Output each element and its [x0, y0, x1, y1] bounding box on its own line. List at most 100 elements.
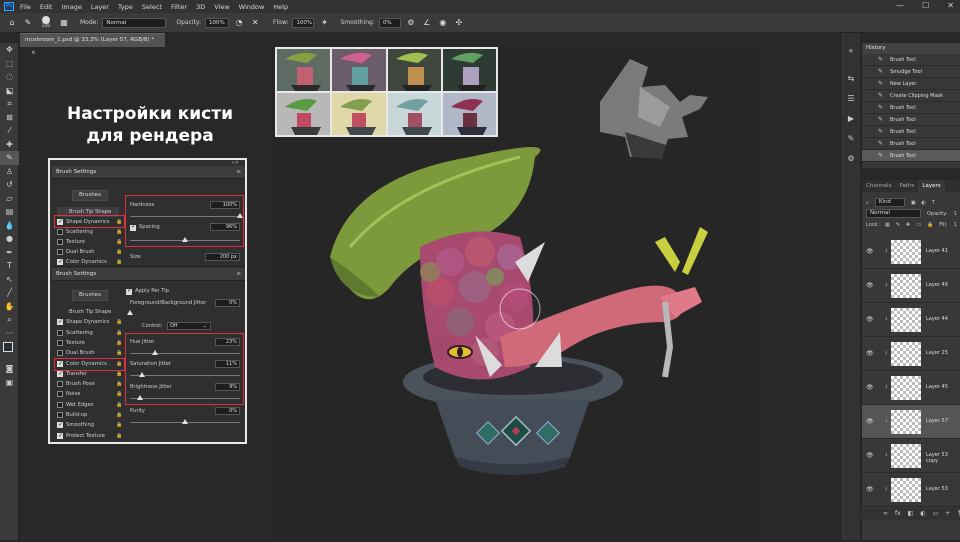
pen-tool-icon[interactable]: ✒: [0, 246, 19, 260]
brush-option-checkbox[interactable]: [57, 369, 63, 379]
angle-icon[interactable]: ∠: [421, 17, 433, 29]
menu-select[interactable]: Select: [142, 3, 162, 11]
menu-file[interactable]: File: [20, 3, 31, 11]
smoothing-field[interactable]: 0%: [378, 17, 401, 28]
menu-edit[interactable]: Edit: [40, 3, 53, 11]
scattering-checkbox[interactable]: [57, 229, 63, 235]
layer-row[interactable]: 👁 ↓ Layer 46: [862, 269, 960, 303]
visibility-eye-icon[interactable]: 👁: [866, 350, 874, 357]
zoom-tool-icon[interactable]: ⌕: [0, 313, 19, 327]
more-tools-icon[interactable]: ···: [0, 327, 19, 341]
foreground-color-swatch[interactable]: [3, 342, 13, 352]
visibility-eye-icon[interactable]: 👁: [866, 452, 874, 459]
healing-tool-icon[interactable]: ✚: [0, 138, 19, 152]
path-select-tool-icon[interactable]: ↖: [0, 273, 19, 287]
lock-icon[interactable]: 🔒: [116, 340, 122, 346]
collapse-icon[interactable]: «×: [232, 160, 239, 166]
lock-icon[interactable]: 🔒: [116, 330, 122, 336]
visibility-eye-icon[interactable]: 👁: [866, 316, 874, 323]
lock-paint-icon[interactable]: ✎: [896, 220, 900, 231]
lock-icon[interactable]: 🔒: [116, 422, 122, 428]
lock-icon[interactable]: 🔒: [116, 391, 122, 397]
object-select-tool-icon[interactable]: ⬕: [0, 84, 19, 98]
new-layer-icon[interactable]: +: [945, 508, 950, 520]
layer-comps-icon[interactable]: ☰: [842, 91, 860, 107]
brush-option-item[interactable]: Wet Edges: [57, 400, 117, 410]
lock-icon[interactable]: 🔒: [116, 249, 122, 255]
screen-mode-icon[interactable]: ▣: [0, 376, 19, 390]
opacity-field[interactable]: 100%: [205, 17, 230, 28]
lock-all-icon[interactable]: 🔒: [927, 220, 933, 231]
link-layers-icon[interactable]: ∞: [883, 508, 888, 520]
tab-layers[interactable]: Layers: [918, 180, 945, 192]
layer-row[interactable]: 👁 ↓ Layer 53 copy: [862, 439, 960, 473]
lock-icon[interactable]: 🔒: [116, 412, 122, 418]
adjustment-layer-icon[interactable]: ◐: [920, 508, 925, 520]
close-window-button[interactable]: ✕: [947, 1, 954, 10]
brush-preset-picker[interactable]: 200: [38, 16, 54, 29]
fg-bg-jitter-field[interactable]: 0%: [215, 299, 240, 307]
size-field[interactable]: 200 px: [205, 253, 240, 261]
tab-channels[interactable]: Channels: [862, 180, 895, 192]
brushes-button[interactable]: Brushes: [72, 190, 108, 201]
brush-tool-icon[interactable]: ✎: [22, 17, 34, 29]
tab-paths[interactable]: Paths: [895, 180, 918, 192]
brush-option-checkbox[interactable]: [57, 350, 63, 357]
eyedropper-tool-icon[interactable]: ⁄: [0, 124, 19, 138]
character-icon[interactable]: ⚙: [842, 151, 860, 167]
layer-row[interactable]: 👁 ↓ Layer 53: [862, 473, 960, 507]
visibility-eye-icon[interactable]: 👁: [866, 486, 874, 493]
gradient-tool-icon[interactable]: ▤: [0, 205, 19, 219]
menu-layer[interactable]: Layer: [91, 3, 109, 11]
layer-row[interactable]: 👁 ↓ Layer 44: [862, 303, 960, 337]
brush-option-checkbox[interactable]: [57, 329, 63, 336]
dual-brush-checkbox[interactable]: [57, 249, 63, 255]
lock-icon[interactable]: 🔒: [116, 229, 122, 235]
blur-tool-icon[interactable]: 💧: [0, 219, 19, 233]
quick-mask-icon[interactable]: ◙: [0, 362, 19, 376]
lock-icon[interactable]: 🔒: [116, 350, 122, 356]
symmetry-icon[interactable]: ✣: [453, 17, 465, 29]
lock-position-icon[interactable]: ✥: [906, 220, 910, 231]
pressure-size-icon[interactable]: ◉: [437, 17, 449, 29]
layer-style-icon[interactable]: fx: [895, 508, 901, 520]
frame-tool-icon[interactable]: ⊠: [0, 111, 19, 125]
mode-select[interactable]: Normal: [102, 17, 167, 28]
dodge-tool-icon[interactable]: ●: [0, 232, 19, 246]
control-select[interactable]: Off ⌄: [167, 322, 211, 330]
brush-option-checkbox[interactable]: [57, 401, 63, 408]
brush-option-item[interactable]: Dual Brush: [57, 348, 117, 358]
marquee-tool-icon[interactable]: ⬚: [0, 57, 19, 71]
lock-pixels-icon[interactable]: ▦: [885, 220, 890, 231]
fill-field[interactable]: 1: [954, 220, 957, 231]
visibility-eye-icon[interactable]: 👁: [866, 248, 874, 255]
expand-panels-icon[interactable]: «: [842, 43, 860, 59]
dual-brush-item[interactable]: Dual Brush: [57, 247, 117, 257]
history-panel-icon[interactable]: ⇆: [842, 71, 860, 87]
layer-row[interactable]: 👁 ↓ Layer 41: [862, 235, 960, 269]
lasso-tool-icon[interactable]: ◌: [0, 70, 19, 84]
visibility-eye-icon[interactable]: 👁: [866, 282, 874, 289]
brush-option-checkbox[interactable]: [57, 317, 63, 327]
move-tool-icon[interactable]: ✥: [0, 43, 19, 57]
airbrush-icon[interactable]: ✶: [318, 17, 330, 29]
history-row[interactable]: ✎ Create Clipping Mask: [862, 90, 960, 102]
menu-type[interactable]: Type: [118, 3, 133, 11]
actions-play-icon[interactable]: ▶: [842, 111, 860, 127]
lock-icon[interactable]: 🔒: [116, 381, 122, 387]
hand-tool-icon[interactable]: ✋: [0, 300, 19, 314]
filter-adjust-icon[interactable]: ◐: [922, 198, 926, 209]
brush-option-item[interactable]: Build-up: [57, 410, 117, 420]
add-mask-icon[interactable]: ◧: [908, 508, 914, 520]
minimize-button[interactable]: —: [896, 1, 904, 10]
color-dynamics-checkbox[interactable]: [57, 257, 63, 267]
brush-option-item[interactable]: Smoothing: [57, 420, 117, 430]
history-row[interactable]: ✎ Brush Tool: [862, 150, 960, 162]
lock-icon[interactable]: 🔒: [116, 371, 122, 377]
home-icon[interactable]: ⌂: [6, 17, 18, 29]
brush-option-checkbox[interactable]: [57, 412, 63, 418]
brush-option-item[interactable]: Brush Tip Shape: [57, 307, 117, 317]
purity-slider-thumb[interactable]: [182, 419, 188, 424]
history-row[interactable]: ✎ Brush Tool: [862, 114, 960, 126]
texture-checkbox[interactable]: [57, 239, 63, 245]
